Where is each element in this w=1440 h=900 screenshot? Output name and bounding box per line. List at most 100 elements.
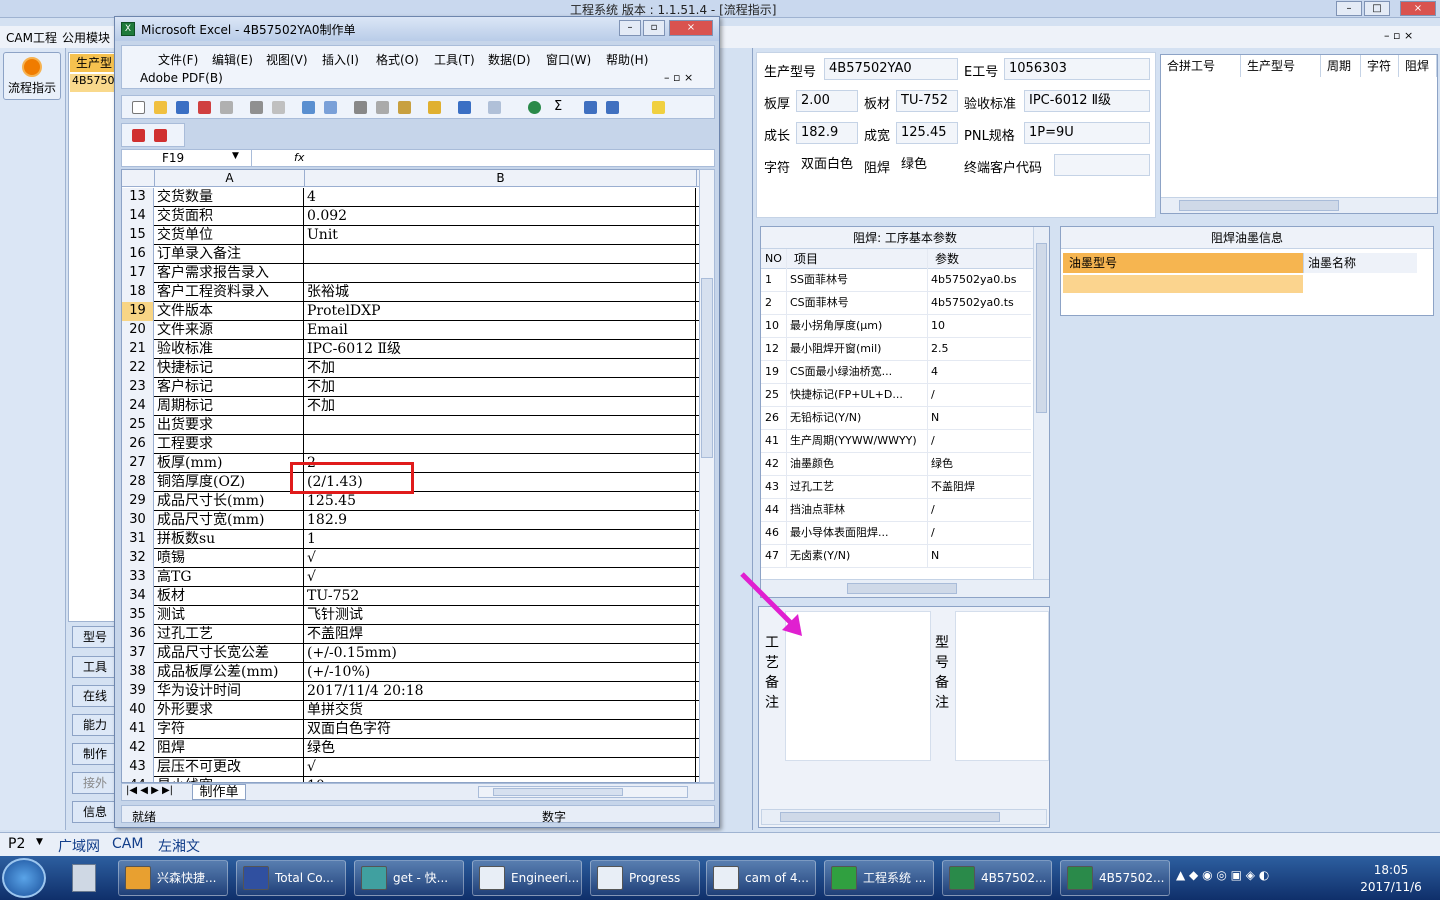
- print-icon[interactable]: [250, 101, 263, 114]
- cell-a[interactable]: 订单录入备注: [156, 245, 304, 264]
- side-button-online[interactable]: 在线: [72, 685, 118, 707]
- params-row[interactable]: 10 最小拐角厚度(μm) 10: [761, 315, 1031, 338]
- research-icon[interactable]: [324, 101, 337, 114]
- row-number[interactable]: 40: [122, 701, 154, 720]
- cell-b[interactable]: [306, 416, 696, 435]
- cell-b[interactable]: 不加: [306, 397, 696, 416]
- cell-a[interactable]: 成品尺寸长宽公差: [156, 644, 304, 663]
- cell-b[interactable]: 0.092: [306, 207, 696, 226]
- value-endcustomer[interactable]: [1054, 154, 1150, 176]
- print-preview-icon[interactable]: [272, 101, 285, 114]
- cell-a[interactable]: 成品板厚公差(mm): [156, 663, 304, 682]
- cell-a[interactable]: 成品尺寸宽(mm): [156, 511, 304, 530]
- fx-icon[interactable]: fx: [294, 151, 304, 164]
- cell-b[interactable]: ProtelDXP: [306, 302, 696, 321]
- cell-b[interactable]: 不加: [306, 378, 696, 397]
- menu-view[interactable]: 视图(V): [266, 51, 308, 68]
- row-number[interactable]: 19: [122, 302, 154, 321]
- tab-wan[interactable]: 广域网: [58, 836, 100, 856]
- new-icon[interactable]: [132, 101, 145, 114]
- cell-a[interactable]: 过孔工艺: [156, 625, 304, 644]
- side-button-external[interactable]: 接外请: [72, 772, 118, 794]
- value-soldermask[interactable]: 绿色: [896, 154, 958, 176]
- params-row[interactable]: 25 快捷标记(FP+UL+D... /: [761, 384, 1031, 407]
- model-notes-input[interactable]: [955, 611, 1049, 761]
- params-row[interactable]: 44 挡油点菲林 /: [761, 499, 1031, 522]
- row-number[interactable]: 22: [122, 359, 154, 378]
- side-button-model[interactable]: 型号查: [72, 626, 118, 648]
- excel-restore-button[interactable]: ▫: [643, 20, 665, 36]
- excel-close-button[interactable]: ×: [669, 20, 713, 36]
- workbook-controls[interactable]: – ▫ ×: [664, 71, 693, 84]
- row-number[interactable]: 29: [122, 492, 154, 511]
- cell-b[interactable]: (+/-10%): [306, 663, 696, 682]
- cell-b[interactable]: 不盖阻焊: [306, 625, 696, 644]
- hyperlink-icon[interactable]: [528, 101, 541, 114]
- cell-b[interactable]: 张裕城: [306, 283, 696, 302]
- excel-window[interactable]: X Microsoft Excel - 4B57502YA0制作单 – ▫ × …: [114, 16, 720, 828]
- menu-help[interactable]: 帮助(H): [606, 51, 648, 68]
- side-button-tool[interactable]: 工具: [72, 656, 118, 678]
- system-tray[interactable]: ▲ ◆ ◉ ◎ ▣ ◈ ◐: [1176, 868, 1342, 888]
- value-thickness[interactable]: 2.00: [796, 90, 858, 112]
- cell-a[interactable]: 交货单位: [156, 226, 304, 245]
- cell-a[interactable]: 喷锡: [156, 549, 304, 568]
- merge-hscroll[interactable]: [1161, 197, 1437, 213]
- cell-b[interactable]: 2017/11/4 20:18: [306, 682, 696, 701]
- side-button-info[interactable]: 信息: [72, 801, 118, 823]
- params-col-no[interactable]: NO: [761, 249, 787, 269]
- cell-b[interactable]: 双面白色字符: [306, 720, 696, 739]
- sort-descending-icon[interactable]: [606, 101, 619, 114]
- cell-b[interactable]: 1: [306, 530, 696, 549]
- row-number[interactable]: 14: [122, 207, 154, 226]
- row-number[interactable]: 42: [122, 739, 154, 758]
- cell-a[interactable]: 铜箔厚度(OZ): [156, 473, 304, 492]
- merge-col-model[interactable]: 生产型号: [1241, 55, 1321, 77]
- p2-selector[interactable]: P2: [8, 836, 25, 852]
- row-number[interactable]: 36: [122, 625, 154, 644]
- cell-a[interactable]: 板厚(mm): [156, 454, 304, 473]
- close-button[interactable]: ×: [1400, 1, 1436, 16]
- sheet-tab-zhizuodan[interactable]: 制作单: [192, 784, 246, 800]
- cell-b[interactable]: 不加: [306, 359, 696, 378]
- autosum-icon[interactable]: Σ: [554, 99, 567, 114]
- value-model[interactable]: 4B57502YA0: [824, 58, 958, 80]
- cut-icon[interactable]: [354, 101, 367, 114]
- row-number[interactable]: 25: [122, 416, 154, 435]
- menu-adobe-pdf[interactable]: Adobe PDF(B): [140, 71, 223, 85]
- cell-b[interactable]: 4: [306, 188, 696, 207]
- taskbar-item-9[interactable]: 4B57502...: [1060, 860, 1170, 896]
- taskbar-item-7[interactable]: 工程系统 ...: [824, 860, 934, 896]
- excel-minimize-button[interactable]: –: [619, 20, 641, 36]
- column-header-a[interactable]: A: [155, 170, 305, 187]
- merge-col-cycle[interactable]: 周期: [1321, 55, 1361, 77]
- params-vscroll[interactable]: [1033, 227, 1049, 579]
- params-row[interactable]: 42 油墨颜色 绿色: [761, 453, 1031, 476]
- row-number[interactable]: 28: [122, 473, 154, 492]
- fill-color-icon[interactable]: [652, 101, 665, 114]
- namebox-dropdown-icon[interactable]: ▼: [232, 151, 239, 161]
- cell-b[interactable]: IPC-6012 Ⅱ级: [306, 340, 696, 359]
- value-length[interactable]: 182.9: [796, 122, 858, 144]
- paste-icon[interactable]: [398, 101, 411, 114]
- row-number[interactable]: 32: [122, 549, 154, 568]
- permission-icon[interactable]: [198, 101, 211, 114]
- cell-b[interactable]: √: [306, 549, 696, 568]
- menu-insert[interactable]: 插入(I): [322, 51, 359, 68]
- ink-col-name[interactable]: 油墨名称: [1303, 253, 1417, 273]
- cell-a[interactable]: 客户工程资料录入: [156, 283, 304, 302]
- cell-a[interactable]: 交货面积: [156, 207, 304, 226]
- pdf-create-icon[interactable]: [132, 129, 145, 142]
- cell-a[interactable]: 验收标准: [156, 340, 304, 359]
- row-number[interactable]: 13: [122, 188, 154, 207]
- pdf-email-icon[interactable]: [154, 129, 167, 142]
- menu-common[interactable]: 公用模块: [62, 29, 110, 46]
- cell-a[interactable]: 华为设计时间: [156, 682, 304, 701]
- side-button-make[interactable]: 制作请: [72, 743, 118, 765]
- row-number[interactable]: 24: [122, 397, 154, 416]
- email-icon[interactable]: [220, 101, 233, 114]
- sort-ascending-icon[interactable]: [584, 101, 597, 114]
- row-number[interactable]: 23: [122, 378, 154, 397]
- column-header-b[interactable]: B: [305, 170, 697, 187]
- notes-hscroll[interactable]: [761, 809, 1047, 825]
